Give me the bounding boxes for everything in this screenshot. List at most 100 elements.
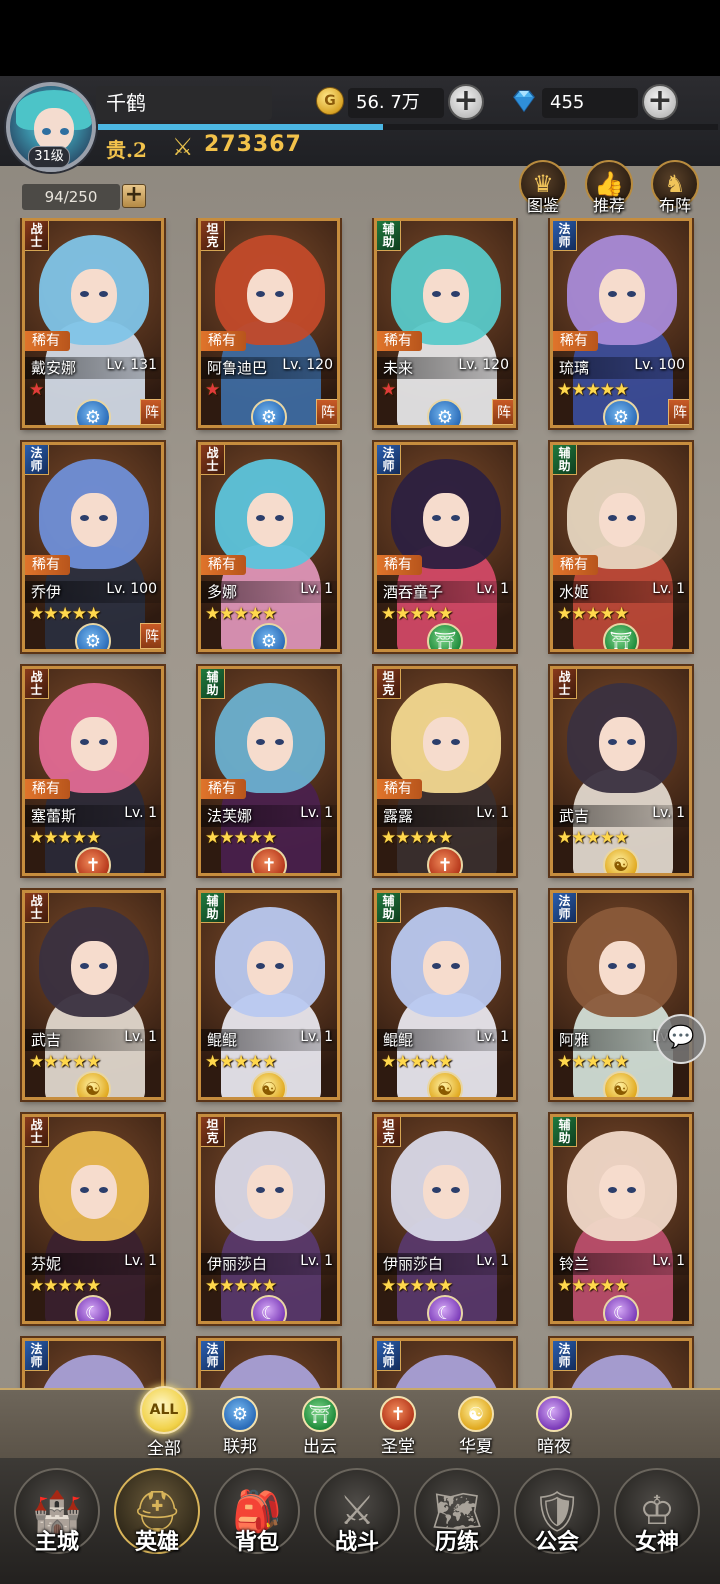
- nav-item-5[interactable]: 🛡 公会: [512, 1468, 602, 1576]
- recommend-button[interactable]: 👍 推荐: [584, 160, 634, 218]
- hero-role-tag: 辅助: [201, 669, 225, 699]
- hero-card[interactable]: 战士 稀有 多娜 Lv. 1 ★★★★★ ⚙: [198, 442, 340, 652]
- filter-5[interactable]: ☾ 暗夜: [522, 1396, 586, 1457]
- nav-label: 主城: [34, 1530, 79, 1555]
- hero-level: Lv. 1: [476, 1029, 509, 1045]
- filter-label: 出云: [303, 1437, 337, 1457]
- hero-info-row: 鲲鲲 Lv. 1: [377, 1029, 513, 1051]
- hero-name: 阿鲁迪巴: [207, 359, 268, 377]
- hero-info-row: 伊丽莎白 Lv. 1: [377, 1253, 513, 1275]
- bottom-nav: 🏰 主城 ⛑ 英雄 🎒 背包 ⚔ 战斗 🗺 历练 🛡 公会 ♔ 女神: [0, 1458, 720, 1584]
- hero-star-rating: ★★★★★: [29, 1052, 101, 1072]
- hero-card[interactable]: 法师阿雅Lv. 1★★★★★☯: [550, 890, 692, 1100]
- hero-info-row: 芬妮 Lv. 1: [25, 1253, 161, 1275]
- hero-card[interactable]: 辅助 鲲鲲 Lv. 1 ★★★★★ ☯: [374, 890, 516, 1100]
- hero-info-row: 法芙娜 Lv. 1: [201, 805, 337, 827]
- hero-name: 乔伊: [31, 583, 62, 601]
- formation-button[interactable]: ♞ 布阵: [650, 160, 700, 218]
- hero-card[interactable]: 战士 芬妮 Lv. 1 ★★★★★ ☾: [22, 1114, 164, 1324]
- hero-star-rating: ★★★★★: [29, 1276, 101, 1296]
- hero-card[interactable]: 坦克 伊丽莎白 Lv. 1 ★★★★★ ☾: [374, 1114, 516, 1324]
- nav-item-6[interactable]: ♔ 女神: [612, 1468, 702, 1576]
- nav-item-0[interactable]: 🏰 主城: [12, 1468, 102, 1576]
- hero-card[interactable]: 战士 武吉 Lv. 1 ★★★★★ ☯: [22, 890, 164, 1100]
- hero-card[interactable]: 法师 稀有 酒吞童子 Lv. 1 ★★★★★ ⛩: [374, 442, 516, 652]
- hero-info-row: 武吉 Lv. 1: [553, 805, 689, 827]
- chat-bubble-icon: 💬: [667, 1025, 695, 1050]
- hero-name: 武吉: [559, 807, 590, 825]
- hero-info-row: 露露 Lv. 1: [377, 805, 513, 827]
- hero-star-rating: ★: [29, 380, 44, 400]
- filter-1[interactable]: ⚙ 联邦: [208, 1396, 272, 1457]
- faction-blue-icon: ⚙: [603, 399, 639, 425]
- hero-card[interactable]: 辅助 铃兰 Lv. 1 ★★★★★ ☾: [550, 1114, 692, 1324]
- hero-card[interactable]: 辅助 鲲鲲 Lv. 1 ★★★★★ ☯: [198, 890, 340, 1100]
- hero-info-row: 水姬 Lv. 1: [553, 581, 689, 603]
- hero-level: Lv. 100: [106, 581, 157, 597]
- hero-star-rating: ★: [381, 380, 396, 400]
- hero-info-row: 戴安娜 Lv. 131: [25, 357, 161, 379]
- hero-rarity-tag: 稀有: [553, 331, 598, 351]
- in-formation-tag: 阵: [492, 399, 513, 425]
- hero-info-row: 鲲鲲 Lv. 1: [201, 1029, 337, 1051]
- nav-label: 背包: [234, 1530, 279, 1555]
- faction-green-icon: ⛩: [427, 623, 463, 649]
- hero-role-tag: 法师: [553, 221, 577, 251]
- hero-card[interactable]: 法师 稀有 琉璃 Lv. 100 ★★★★★ ⚙ 阵: [550, 218, 692, 428]
- hero-info-row: 塞蕾斯 Lv. 1: [25, 805, 161, 827]
- filter-2[interactable]: ⛩ 出云: [288, 1396, 352, 1457]
- nav-item-1[interactable]: ⛑ 英雄: [112, 1468, 202, 1576]
- faction-gold-icon: ☯: [603, 847, 639, 873]
- hero-role-tag: 法师: [553, 1341, 577, 1371]
- filter-3[interactable]: ✝ 圣堂: [366, 1396, 430, 1457]
- combat-power: 273367: [204, 132, 302, 157]
- nav-label: 英雄: [134, 1530, 179, 1555]
- hero-level: Lv. 1: [300, 805, 333, 821]
- filter-label: 华夏: [459, 1437, 493, 1457]
- hero-name: 琉璃: [559, 359, 590, 377]
- chat-button[interactable]: 💬: [656, 1014, 706, 1064]
- hero-role-tag: 辅助: [377, 893, 401, 923]
- hero-card[interactable]: 法师 稀有 乔伊 Lv. 100 ★★★★★ ⚙ 阵: [22, 442, 164, 652]
- hero-level: Lv. 100: [634, 357, 685, 373]
- hero-role-tag: 战士: [553, 669, 577, 699]
- hero-rarity-tag: 稀有: [201, 331, 246, 351]
- faction-gold-icon: ☯: [427, 1071, 463, 1097]
- hero-rarity-tag: 稀有: [377, 331, 422, 351]
- hero-card[interactable]: 战士 稀有 塞蕾斯 Lv. 1 ★★★★★ ✝: [22, 666, 164, 876]
- hero-star-rating: ★★★★★: [29, 828, 101, 848]
- gold-coin-icon: G: [316, 87, 344, 115]
- hero-card[interactable]: 坦克 稀有 露露 Lv. 1 ★★★★★ ✝: [374, 666, 516, 876]
- codex-button[interactable]: ♛ 图鉴: [518, 160, 568, 218]
- filter-icon: ALL: [140, 1386, 188, 1434]
- nav-item-3[interactable]: ⚔ 战斗: [312, 1468, 402, 1576]
- hero-card[interactable]: 战士 稀有 戴安娜 Lv. 131 ★ ⚙ 阵: [22, 218, 164, 428]
- nav-item-4[interactable]: 🗺 历练: [412, 1468, 502, 1576]
- nav-label: 战斗: [334, 1530, 379, 1555]
- hero-card[interactable]: 坦克 稀有 阿鲁迪巴 Lv. 120 ★ ⚙ 阵: [198, 218, 340, 428]
- hero-level: Lv. 1: [476, 1253, 509, 1269]
- hero-card[interactable]: 坦克 伊丽莎白 Lv. 1 ★★★★★ ☾: [198, 1114, 340, 1324]
- hero-name: 鲲鲲: [383, 1031, 414, 1049]
- nav-item-2[interactable]: 🎒 背包: [212, 1468, 302, 1576]
- hero-card[interactable]: 辅助 稀有 未来 Lv. 120 ★ ⚙ 阵: [374, 218, 516, 428]
- faction-purple-icon: ☾: [75, 1295, 111, 1321]
- faction-red-icon: ✝: [75, 847, 111, 873]
- filter-0[interactable]: ALL 全部: [132, 1386, 196, 1459]
- hero-card[interactable]: 战士 武吉 Lv. 1 ★★★★★ ☯: [550, 666, 692, 876]
- expand-capacity-button[interactable]: +: [122, 184, 146, 208]
- filter-4[interactable]: ☯ 华夏: [444, 1396, 508, 1457]
- hero-level: Lv. 1: [300, 1029, 333, 1045]
- add-gold-button[interactable]: +: [448, 84, 484, 120]
- hero-star-rating: ★: [205, 380, 220, 400]
- hero-rarity-tag: 稀有: [201, 779, 246, 799]
- add-gem-button[interactable]: +: [642, 84, 678, 120]
- hero-role-tag: 法师: [377, 445, 401, 475]
- hero-name: 芬妮: [31, 1255, 62, 1273]
- hero-rarity-tag: 稀有: [553, 555, 598, 575]
- hero-card[interactable]: 辅助 稀有 法芙娜 Lv. 1 ★★★★★ ✝: [198, 666, 340, 876]
- hero-card[interactable]: 辅助 稀有 水姬 Lv. 1 ★★★★★ ⛩: [550, 442, 692, 652]
- hero-star-rating: ★★★★★: [381, 604, 453, 624]
- exp-bar-fill: [98, 124, 384, 130]
- faction-blue-icon: ⚙: [427, 399, 463, 425]
